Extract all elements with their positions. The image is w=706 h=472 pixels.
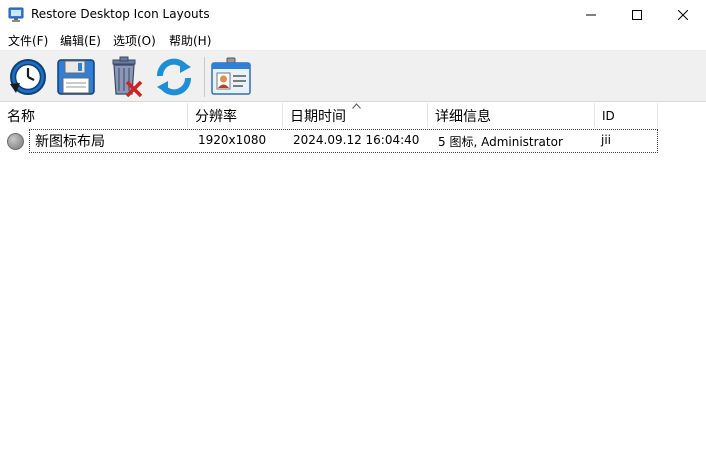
delete-trash-icon	[112, 56, 143, 98]
column-label: ID	[602, 109, 615, 123]
column-id-header[interactable]: ID	[595, 103, 658, 127]
menu-file[interactable]: 文件(F)	[7, 32, 49, 49]
menu-help[interactable]: 帮助(H)	[168, 32, 212, 49]
minimize-icon	[585, 14, 596, 16]
restore-layout-button[interactable]	[5, 55, 49, 99]
column-name-header[interactable]: 名称	[0, 103, 188, 127]
sort-ascending-icon	[352, 103, 361, 109]
restore-clock-icon	[10, 59, 46, 95]
close-icon	[677, 10, 688, 20]
column-resolution-header[interactable]: 分辨率	[188, 103, 283, 127]
column-label: 分辨率	[195, 109, 237, 125]
layout-list[interactable]: 名称 分辨率 日期时间 详细信息 ID 新图标布局 1920x1080 2024…	[0, 103, 706, 472]
menu-options[interactable]: 选项(O)	[112, 32, 157, 49]
delete-layout-button[interactable]	[103, 55, 147, 99]
column-label: 详细信息	[435, 109, 491, 125]
identity-button[interactable]	[209, 55, 253, 99]
refresh-icon	[157, 58, 191, 96]
column-label: 名称	[7, 109, 35, 125]
refresh-button[interactable]	[152, 55, 196, 99]
list-header: 名称 分辨率 日期时间 详细信息 ID	[0, 103, 706, 127]
minimize-button[interactable]	[568, 0, 613, 30]
toolbar	[0, 50, 706, 102]
menu-bar: 文件(F) 编辑(E) 选项(O) 帮助(H)	[0, 30, 706, 50]
column-details-header[interactable]: 详细信息	[428, 103, 595, 127]
column-label: 日期时间	[290, 109, 346, 125]
close-button[interactable]	[660, 0, 705, 30]
maximize-button[interactable]	[614, 0, 659, 30]
cell-datetime: 2024.09.12 16:04:40	[293, 133, 420, 147]
cell-name: 新图标布局	[35, 134, 105, 150]
save-floppy-icon	[57, 59, 95, 95]
app-monitor-icon	[8, 7, 24, 23]
cell-id: jii	[601, 133, 612, 147]
toolbar-separator	[204, 57, 205, 97]
save-layout-button[interactable]	[54, 55, 98, 99]
menu-edit[interactable]: 编辑(E)	[59, 32, 102, 49]
status-circle-icon	[7, 133, 24, 150]
title-bar: Restore Desktop Icon Layouts	[0, 0, 706, 30]
window-title: Restore Desktop Icon Layouts	[31, 7, 210, 21]
cell-details: 5 图标, Administrator	[438, 135, 563, 149]
id-card-icon	[211, 57, 251, 95]
table-row[interactable]: 新图标布局 1920x1080 2024.09.12 16:04:40 5 图标…	[0, 128, 658, 154]
cell-resolution: 1920x1080	[198, 133, 267, 147]
maximize-icon	[631, 10, 642, 20]
